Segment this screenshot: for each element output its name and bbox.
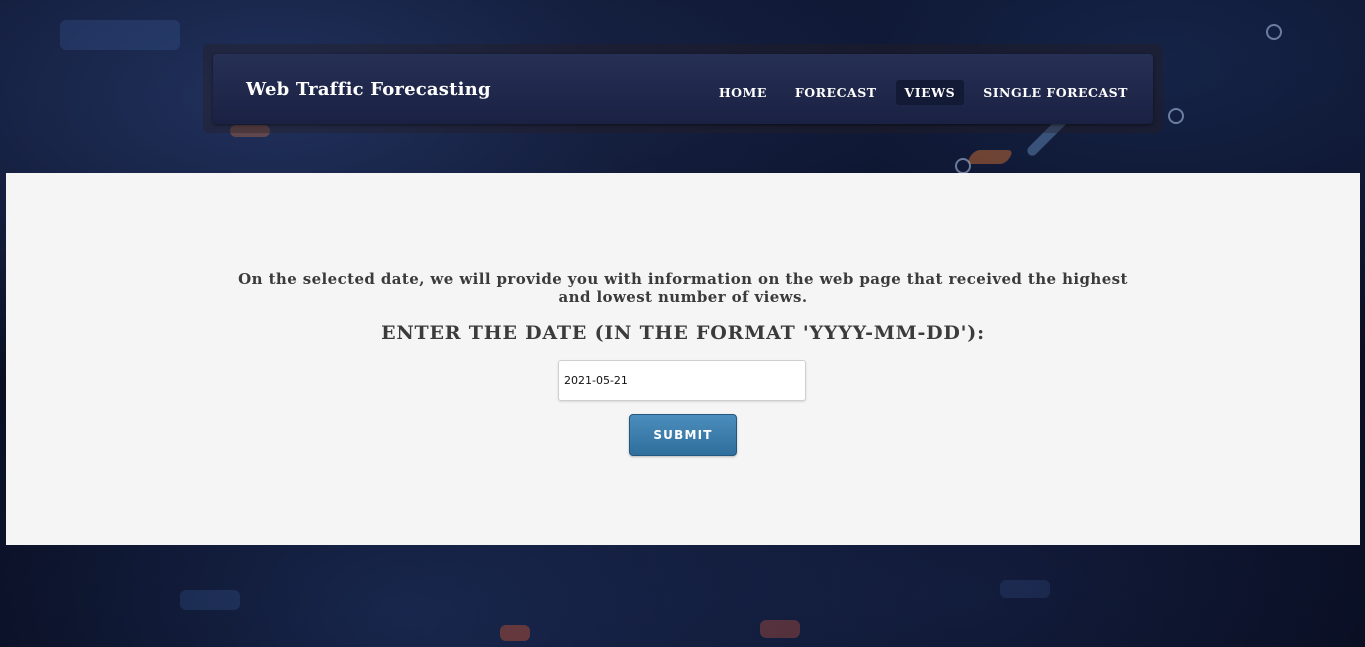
nav-home[interactable]: HOME bbox=[710, 80, 776, 105]
nav-forecast[interactable]: FORECAST bbox=[786, 80, 886, 105]
main-panel: On the selected date, we will provide yo… bbox=[6, 173, 1360, 545]
background-dot bbox=[1168, 108, 1184, 124]
nav-single-forecast[interactable]: SINGLE FORECAST bbox=[974, 80, 1137, 105]
background-glow bbox=[500, 625, 530, 641]
background-glow bbox=[180, 590, 240, 610]
nav-views[interactable]: VIEWS bbox=[895, 80, 965, 105]
background-glow bbox=[760, 620, 800, 638]
submit-button[interactable]: SUBMIT bbox=[629, 414, 737, 456]
date-input[interactable] bbox=[558, 360, 806, 401]
background-glow bbox=[60, 20, 180, 50]
background-glow bbox=[1000, 580, 1050, 598]
background-glow bbox=[965, 150, 1015, 164]
navbar: Web Traffic Forecasting HOME FORECAST VI… bbox=[213, 54, 1153, 124]
intro-text: On the selected date, we will provide yo… bbox=[238, 270, 1128, 306]
nav-links: HOME FORECAST VIEWS SINGLE FORECAST bbox=[710, 80, 1137, 105]
background-dot bbox=[955, 158, 971, 174]
site-title[interactable]: Web Traffic Forecasting bbox=[246, 79, 491, 100]
background-dot bbox=[1266, 24, 1282, 40]
date-prompt: ENTER THE DATE (IN THE FORMAT 'YYYY-MM-D… bbox=[381, 322, 985, 344]
